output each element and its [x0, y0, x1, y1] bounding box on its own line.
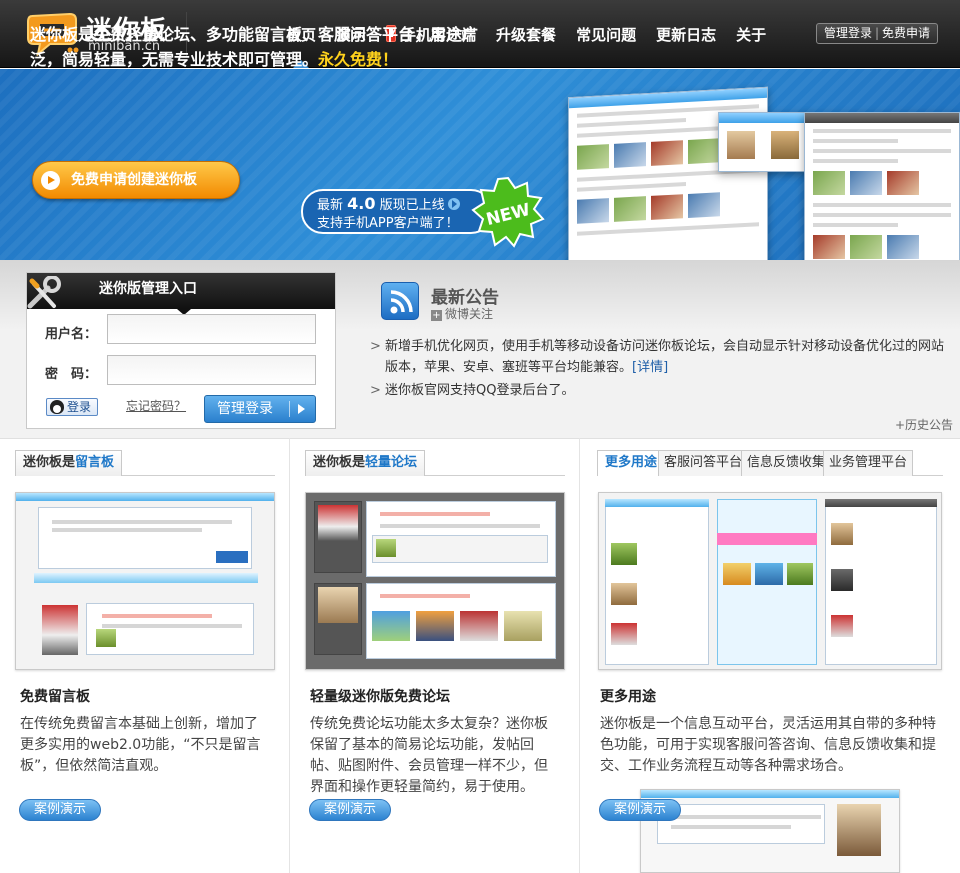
forum-preview-image[interactable] [305, 492, 565, 670]
guestbook-demo-button[interactable]: 案例演示 [19, 799, 101, 821]
free-apply-link[interactable]: 免费申请 [882, 26, 930, 40]
version-line: 最新 4.0 版现已上线 [317, 195, 491, 215]
nav-faq[interactable]: 常见问题 [566, 0, 646, 68]
column-divider [579, 438, 580, 873]
version-suffix: 版现已上线 [379, 198, 445, 213]
login-panel-title: 迷你版管理入口 [27, 273, 335, 315]
screenshot-support-chat [718, 112, 808, 172]
guestbook-description: 在传统免费留言本基础上创新，增加了更多实用的web2.0功能，“不只是留言板”，… [20, 716, 261, 774]
tab-business[interactable]: 业务管理平台 [823, 450, 914, 476]
rss-icon [381, 282, 419, 320]
column-divider [289, 438, 290, 873]
more-uses-description: 迷你板是一个信息互动平台，灵活运用其自带的多种特色功能，可用于实现客服问答咨询、… [600, 716, 936, 774]
history-notices-link[interactable]: +历史公告 [895, 416, 953, 433]
tab-more-uses[interactable]: 更多用途 [597, 450, 666, 476]
app-support-line: 支持手机APP客户端了！ [317, 216, 459, 231]
tab-guestbook[interactable]: 迷你板是留言板 [15, 450, 123, 476]
notice-detail-link[interactable]: [详情] [632, 360, 668, 375]
version-prefix: 最新 [317, 198, 344, 213]
nav-about[interactable]: 关于 [726, 0, 776, 68]
nav-changelog[interactable]: 更新日志 [646, 0, 726, 68]
version-announcement[interactable]: 最新 4.0 版现已上线 支持手机APP客户端了！ [301, 189, 493, 234]
link-separator: | [874, 26, 880, 40]
login-panel-title-text: 迷你版管理入口 [99, 281, 197, 297]
username-label: 用户名： [45, 327, 98, 342]
wrench-screwdriver-icon [27, 276, 61, 309]
create-board-button[interactable]: 免费申请创建迷你板 [32, 161, 240, 199]
notice-item: 新增手机优化网页，使用手机等移动设备访问迷你板论坛，会自动显示针对移动设备优化过… [370, 336, 950, 378]
nav-upgrade[interactable]: 升级套餐 [486, 0, 566, 68]
admin-login-button-label: 管理登录 [217, 401, 273, 417]
forever-free-text: 永久免费！ [318, 50, 399, 69]
notice-item: 迷你板官网支持QQ登录后台了。 [370, 380, 950, 401]
tab-highlight: 轻量论坛 [365, 455, 418, 470]
hero-headline-text: 迷你板是免费轻量论坛、多功能留言板、客服问答平台，用途广泛，简易轻量，无需专业技… [30, 25, 479, 69]
more-uses-demo-button[interactable]: 案例演示 [599, 799, 681, 821]
forgot-password-link[interactable]: 忘记密码？ [126, 397, 186, 414]
qq-login-label: 登录 [67, 400, 92, 414]
arrow-right-icon [298, 404, 305, 414]
account-links: 管理登录 | 免费申请 [816, 23, 938, 44]
plus-icon: + [431, 310, 442, 321]
new-starburst-icon: NEW [471, 176, 545, 248]
version-number: 4.0 [347, 194, 376, 213]
password-label: 密 码： [45, 367, 98, 382]
notice-list: 新增手机优化网页，使用手机等移动设备访问迷你板论坛，会自动显示针对移动设备优化过… [370, 336, 950, 403]
create-board-label: 免费申请创建迷你板 [71, 172, 197, 188]
notice-item-text: 迷你板官网支持QQ登录后台了。 [385, 383, 575, 398]
password-input[interactable] [107, 355, 316, 385]
weibo-follow-label: 微博关注 [445, 307, 494, 321]
tab-light-forum[interactable]: 迷你板是轻量论坛 [305, 450, 426, 476]
weibo-follow-link[interactable]: + 微博关注 [431, 305, 493, 322]
tab-highlight: 留言板 [75, 455, 115, 470]
admin-login-link[interactable]: 管理登录 [824, 26, 872, 40]
hero-headline: 迷你板是免费轻量论坛、多功能留言板、客服问答平台，用途广泛，简易轻量，无需专业技… [30, 22, 480, 72]
play-icon [447, 198, 460, 210]
forum-description: 传统免费论坛功能太多太复杂？迷你板保留了基本的简易论坛功能，发帖回帖、贴图附件、… [310, 716, 548, 795]
tab-feedback[interactable]: 信息反馈收集 [741, 450, 832, 476]
tab-prefix: 迷你板是 [23, 455, 76, 470]
guestbook-preview-image[interactable] [15, 492, 275, 670]
username-input[interactable] [107, 314, 316, 344]
tab-customer-service[interactable]: 客服问答平台 [658, 450, 749, 476]
qq-login-button[interactable]: 登录 [46, 398, 98, 416]
admin-login-button[interactable]: 管理登录 [204, 395, 316, 423]
more-uses-title: 更多用途 [600, 689, 656, 705]
qq-penguin-icon [50, 400, 64, 414]
arrow-right-icon [41, 171, 60, 190]
tab-prefix: 迷你板是 [313, 455, 366, 470]
forum-title: 轻量级迷你版免费论坛 [310, 689, 450, 705]
support-chat-preview-image[interactable] [640, 789, 900, 873]
forum-demo-button[interactable]: 案例演示 [309, 799, 391, 821]
more-uses-preview-image[interactable] [598, 492, 942, 670]
guestbook-title: 免费留言板 [20, 689, 90, 705]
